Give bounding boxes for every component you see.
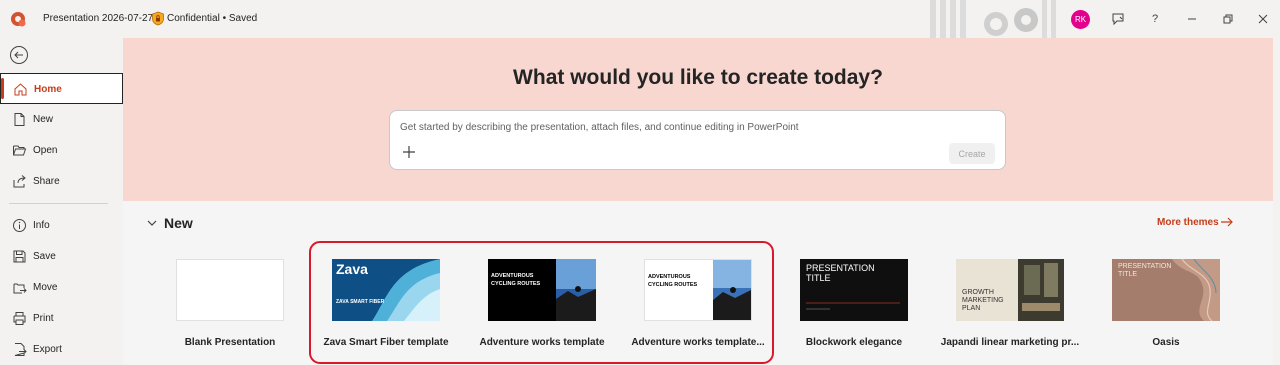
backstage-main: What would you like to create today? Cre… <box>123 38 1273 365</box>
sidebar-item-open[interactable]: Open <box>0 135 123 166</box>
sidebar-item-label: Open <box>33 145 58 156</box>
template-name: Blank Presentation <box>184 337 276 348</box>
template-thumbnail: GROWTH MARKETING PLAN <box>956 259 1064 321</box>
hero-title: What would you like to create today? <box>513 66 883 89</box>
close-button[interactable] <box>1253 9 1273 29</box>
thumbnail-title: ZAVA SMART FIBER <box>336 299 385 305</box>
restore-button[interactable] <box>1218 9 1238 29</box>
sidebar-item-save[interactable]: Save <box>0 241 123 272</box>
feedback-icon <box>1112 13 1124 26</box>
sidebar-item-label: Home <box>34 84 62 95</box>
minimize-icon <box>1188 18 1196 20</box>
hero-banner: What would you like to create today? Cre… <box>123 38 1273 201</box>
save-icon <box>13 250 26 263</box>
home-icon <box>14 83 27 96</box>
attach-plus-icon[interactable] <box>402 145 416 159</box>
accent-line <box>806 302 900 310</box>
help-button[interactable]: ? <box>1145 9 1165 29</box>
folder-open-icon <box>13 145 27 156</box>
template-thumbnail <box>176 259 284 321</box>
print-icon <box>13 312 26 325</box>
share-icon <box>13 175 26 188</box>
interior-photo <box>1018 259 1064 321</box>
cyclist-photo <box>713 260 751 320</box>
template-thumbnail: ADVENTUROUS CYCLING ROUTES <box>488 259 596 321</box>
template-name: Zava Smart Fiber template <box>323 337 449 348</box>
minimize-button[interactable] <box>1182 9 1202 29</box>
chevron-down-icon[interactable] <box>146 217 158 229</box>
template-thumbnail: ADVENTUROUS CYCLING ROUTES <box>644 259 752 321</box>
sidebar-item-label: Share <box>33 176 60 187</box>
copilot-prompt-box[interactable]: Create <box>389 110 1006 170</box>
template-card[interactable]: ADVENTUROUS CYCLING ROUTES Adventure wor… <box>462 259 622 359</box>
restore-icon <box>1223 14 1233 24</box>
document-title[interactable]: Presentation 2026-07-27 <box>43 13 153 24</box>
sensitivity-shield-icon <box>152 11 164 26</box>
template-name: Oasis <box>1152 337 1180 348</box>
sidebar-divider <box>9 203 108 204</box>
sidebar-item-label: Export <box>33 344 62 355</box>
move-icon <box>13 283 27 294</box>
sidebar-item-share[interactable]: Share <box>0 166 123 197</box>
sidebar-item-info[interactable]: Info <box>0 210 123 241</box>
new-section-heading: New <box>164 215 193 231</box>
user-avatar[interactable]: RK <box>1071 10 1090 29</box>
template-name: Adventure works template <box>479 337 605 348</box>
thumbnail-title: PRESENTATION TITLE <box>1118 263 1172 278</box>
template-thumbnail: Zava ZAVA SMART FIBER <box>332 259 440 321</box>
template-card[interactable]: PRESENTATION TITLE Oasis <box>1086 259 1246 359</box>
template-card[interactable]: PRESENTATION TITLE Blockwork elegance <box>774 259 934 359</box>
title-bar: Presentation 2026-07-27 Confidential • S… <box>0 0 1280 38</box>
sidebar-item-new[interactable]: New <box>0 104 123 135</box>
feedback-button[interactable] <box>1108 9 1128 29</box>
close-icon <box>1258 14 1268 24</box>
zava-logo: Zava <box>336 261 368 277</box>
arrow-right-icon[interactable] <box>1220 216 1234 228</box>
template-thumbnail: PRESENTATION TITLE <box>1112 259 1220 321</box>
info-icon <box>13 219 26 232</box>
template-card[interactable]: Zava ZAVA SMART FIBER Zava Smart Fiber t… <box>306 259 466 359</box>
template-card[interactable]: GROWTH MARKETING PLAN Japandi linear mar… <box>930 259 1090 359</box>
powerpoint-logo-icon <box>11 12 26 27</box>
titlebar-decoration <box>930 0 1056 38</box>
prompt-input[interactable] <box>400 122 960 133</box>
template-name: Blockwork elegance <box>805 337 903 348</box>
template-card[interactable]: Blank Presentation <box>150 259 310 359</box>
sidebar-item-label: Save <box>33 251 56 262</box>
create-button[interactable]: Create <box>949 143 995 164</box>
sidebar-item-label: Info <box>33 220 50 231</box>
sidebar-item-export[interactable]: Export <box>0 334 123 365</box>
more-themes-link[interactable]: More themes <box>1157 217 1219 228</box>
template-name: Japandi linear marketing pr... <box>940 337 1080 348</box>
sidebar-item-print[interactable]: Print <box>0 303 123 334</box>
sidebar-item-label: Print <box>33 313 54 324</box>
sidebar-item-home[interactable]: Home <box>0 73 123 104</box>
template-card[interactable]: ADVENTUROUS CYCLING ROUTES Adventure wor… <box>618 259 778 359</box>
export-icon <box>14 343 27 356</box>
backstage-sidebar: Home New Open Share Info Save Move Print… <box>0 38 123 365</box>
template-name: Adventure works template... <box>631 337 765 348</box>
thumbnail-title: ADVENTUROUS CYCLING ROUTES <box>491 273 541 288</box>
thumbnail-title: ADVENTUROUS CYCLING ROUTES <box>648 274 698 289</box>
thumbnail-title: GROWTH MARKETING PLAN <box>962 289 1004 313</box>
cyclist-photo <box>556 259 596 321</box>
new-document-icon <box>14 113 25 126</box>
sensitivity-status[interactable]: Confidential • Saved <box>167 13 257 24</box>
template-thumbnail: PRESENTATION TITLE <box>800 259 908 321</box>
back-arrow-icon[interactable] <box>9 45 29 65</box>
sidebar-item-label: Move <box>33 282 58 293</box>
sidebar-item-label: New <box>33 114 54 125</box>
sidebar-item-move[interactable]: Move <box>0 272 123 303</box>
